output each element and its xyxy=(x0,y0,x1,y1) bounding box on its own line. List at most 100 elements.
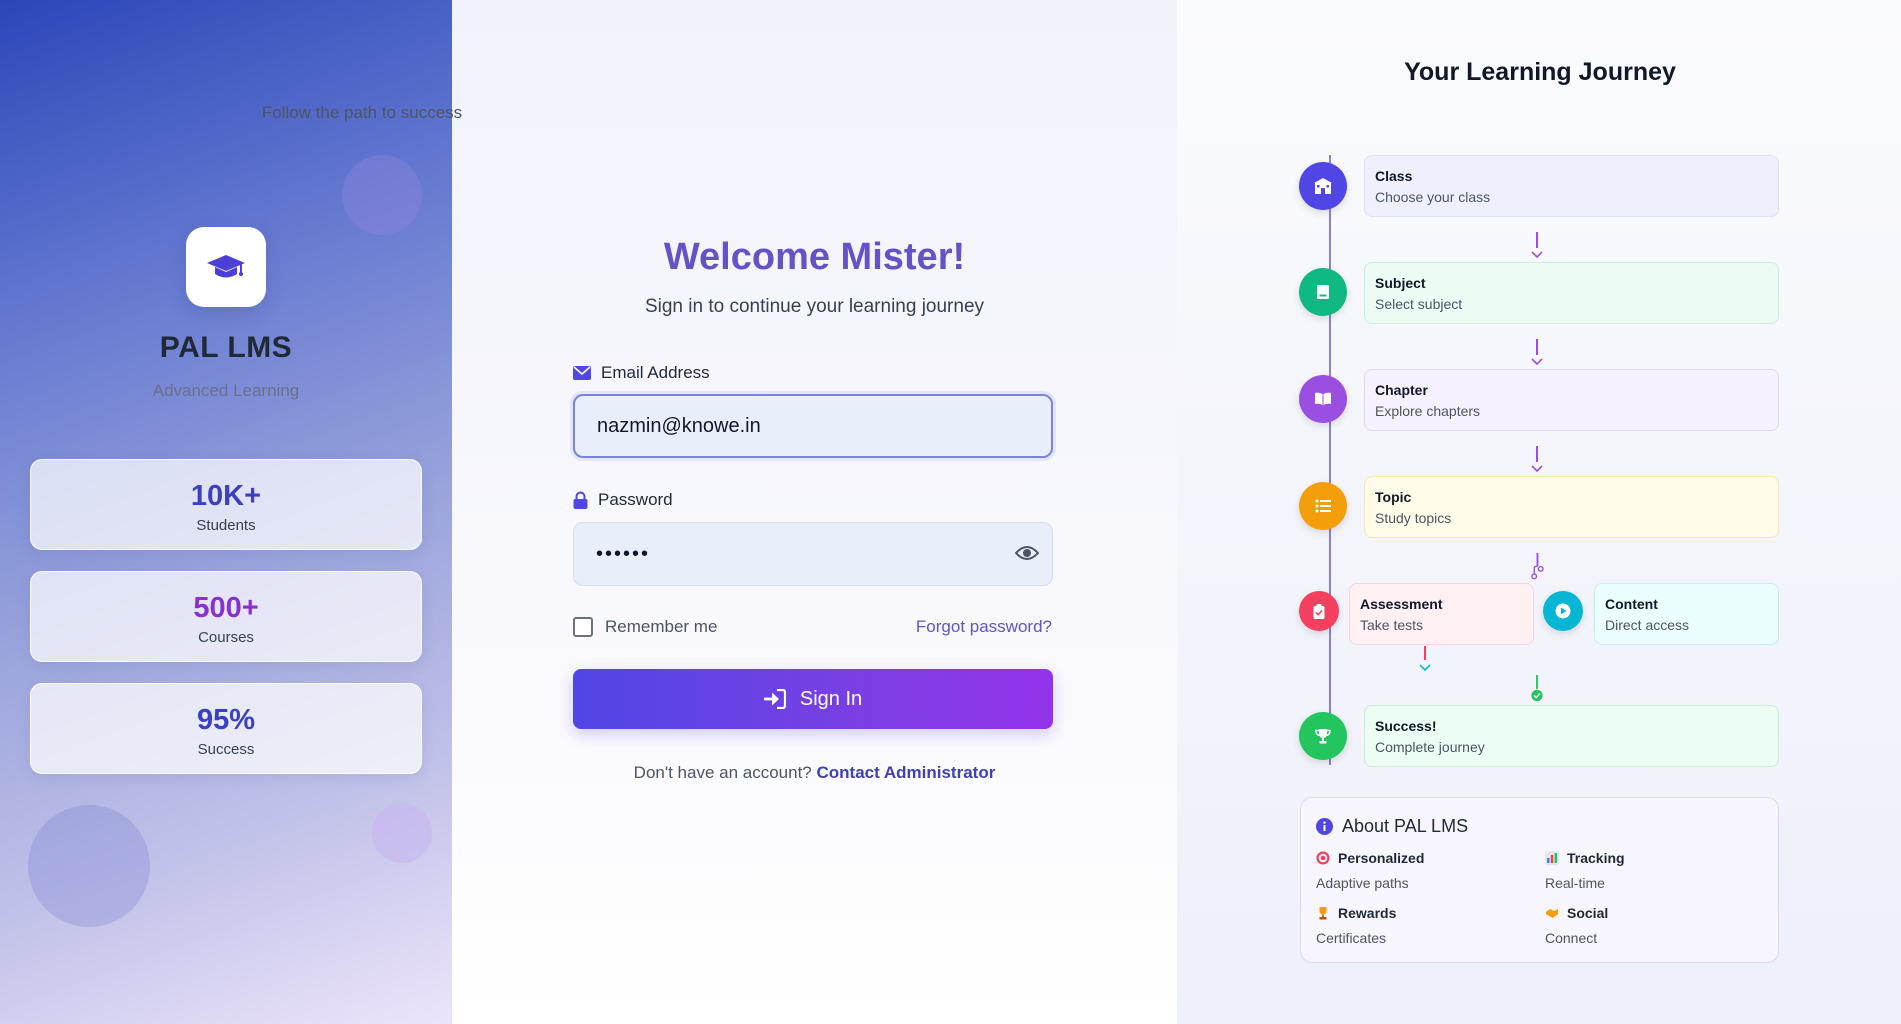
contact-admin-row: Don't have an account? Contact Administr… xyxy=(452,763,1177,783)
book-icon xyxy=(1317,285,1329,299)
step-chapter-marker xyxy=(1299,375,1347,423)
email-label-text: Email Address xyxy=(601,363,710,382)
stat-label: Success xyxy=(197,741,255,758)
about-item-title: Personalized xyxy=(1338,850,1425,866)
about-title: About PAL LMS xyxy=(1342,816,1469,836)
about-item-tracking: Tracking Real-time xyxy=(1545,850,1625,891)
about-item-title: Rewards xyxy=(1338,905,1397,921)
step-desc: Direct access xyxy=(1605,617,1690,633)
email-label: Email Address xyxy=(573,363,710,383)
step-desc: Study topics xyxy=(1375,510,1452,526)
step-arrow xyxy=(1530,446,1544,474)
play-circle-icon xyxy=(1555,603,1571,619)
email-input[interactable] xyxy=(573,394,1053,458)
step-title: Content xyxy=(1605,596,1658,612)
sign-in-label: Sign In xyxy=(799,687,863,710)
sign-in-button[interactable]: Sign In xyxy=(573,669,1053,729)
step-content[interactable]: Content Direct access xyxy=(1594,583,1779,645)
brand-sidebar: PAL LMS Advanced Learning 10K+ Students … xyxy=(0,0,452,1024)
contact-administrator-link[interactable]: Contact Administrator xyxy=(817,763,996,782)
graduation-cap-icon xyxy=(207,255,245,278)
step-title: Assessment xyxy=(1360,596,1443,612)
school-icon xyxy=(1314,178,1332,194)
step-desc: Complete journey xyxy=(1375,739,1485,755)
step-topic-marker xyxy=(1299,482,1347,530)
step-assessment-marker xyxy=(1299,591,1339,631)
step-check-connector xyxy=(1530,675,1544,703)
step-desc: Take tests xyxy=(1360,617,1424,633)
step-chapter[interactable]: Chapter Explore chapters xyxy=(1364,369,1779,431)
remember-me-label: Remember me xyxy=(605,617,718,636)
stat-value: 95% xyxy=(196,704,256,736)
login-panel: Welcome Mister! Sign in to continue your… xyxy=(452,0,1177,1024)
journey-title: Your Learning Journey xyxy=(1404,58,1676,86)
step-success[interactable]: Success! Complete journey xyxy=(1364,705,1779,767)
sign-in-icon xyxy=(763,689,786,709)
about-item-desc: Connect xyxy=(1545,930,1598,946)
about-item-desc: Certificates xyxy=(1316,930,1387,946)
step-topic[interactable]: Topic Study topics xyxy=(1364,476,1779,538)
decorative-bubble xyxy=(342,155,422,235)
welcome-heading: Welcome Mister! xyxy=(663,236,966,278)
step-title: Topic xyxy=(1375,489,1412,505)
arrow-down-icon xyxy=(1531,339,1543,366)
step-success-marker xyxy=(1299,712,1347,760)
brand-subtitle: Advanced Learning xyxy=(152,381,300,400)
step-subject[interactable]: Subject Select subject xyxy=(1364,262,1779,324)
step-arrow xyxy=(1530,232,1544,260)
step-desc: Select subject xyxy=(1375,296,1463,312)
stat-label: Courses xyxy=(198,629,254,646)
info-icon xyxy=(1316,818,1333,835)
about-item-personalized: Personalized Adaptive paths xyxy=(1316,850,1424,891)
about-item-title: Tracking xyxy=(1567,850,1625,866)
remember-me-checkbox[interactable] xyxy=(573,617,593,637)
step-title: Subject xyxy=(1375,275,1426,291)
password-label-text: Password xyxy=(598,490,673,509)
brand-title: PAL LMS xyxy=(159,331,293,364)
step-desc: Explore chapters xyxy=(1375,403,1481,419)
handshake-icon xyxy=(1546,909,1558,918)
envelope-icon xyxy=(573,366,591,380)
eye-icon xyxy=(1015,546,1039,560)
arrow-down-icon xyxy=(1419,646,1431,672)
about-heading: About PAL LMS xyxy=(1316,816,1468,837)
step-class[interactable]: Class Choose your class xyxy=(1364,155,1779,217)
step-branch-arrow xyxy=(1530,553,1544,581)
step-assessment[interactable]: Assessment Take tests xyxy=(1349,583,1534,645)
stat-value: 500+ xyxy=(193,592,259,624)
decorative-bubble xyxy=(28,805,150,927)
check-circle-icon xyxy=(1531,675,1543,702)
open-book-icon xyxy=(1315,392,1331,405)
password-input[interactable] xyxy=(573,522,1053,586)
step-arrow xyxy=(1530,339,1544,367)
show-password-toggle[interactable] xyxy=(1014,542,1040,564)
step-title: Class xyxy=(1375,168,1413,184)
step-subject-marker xyxy=(1299,268,1347,316)
remember-me[interactable]: Remember me xyxy=(573,617,717,637)
password-label: Password xyxy=(573,490,673,510)
about-item-title: Social xyxy=(1567,905,1609,921)
step-content-marker xyxy=(1543,591,1583,631)
about-card: About PAL LMS Personalized Adaptive path… xyxy=(1300,797,1779,963)
stat-value: 10K+ xyxy=(190,480,262,512)
about-item-desc: Real-time xyxy=(1545,875,1605,891)
step-class-marker xyxy=(1299,162,1347,210)
decorative-bubble xyxy=(372,803,432,863)
about-item-desc: Adaptive paths xyxy=(1316,875,1409,891)
step-title: Success! xyxy=(1375,718,1437,734)
step-title: Chapter xyxy=(1375,382,1428,398)
trophy-icon xyxy=(1315,729,1331,744)
timeline-line xyxy=(1329,155,1331,765)
journey-subtitle: Follow the path to success xyxy=(261,103,463,122)
arrow-down-icon xyxy=(1531,232,1543,259)
list-icon xyxy=(1315,499,1331,513)
about-item-social: Social Connect xyxy=(1545,905,1608,946)
no-account-text: Don't have an account? xyxy=(633,763,812,782)
stat-card-success: 95% Success xyxy=(30,683,422,774)
clipboard-check-icon xyxy=(1313,603,1325,619)
branch-icon xyxy=(1531,553,1544,580)
arrow-down-icon xyxy=(1531,446,1543,473)
forgot-password-link[interactable]: Forgot password? xyxy=(910,617,1052,637)
step-desc: Choose your class xyxy=(1375,189,1491,205)
trophy-icon xyxy=(1319,907,1327,920)
